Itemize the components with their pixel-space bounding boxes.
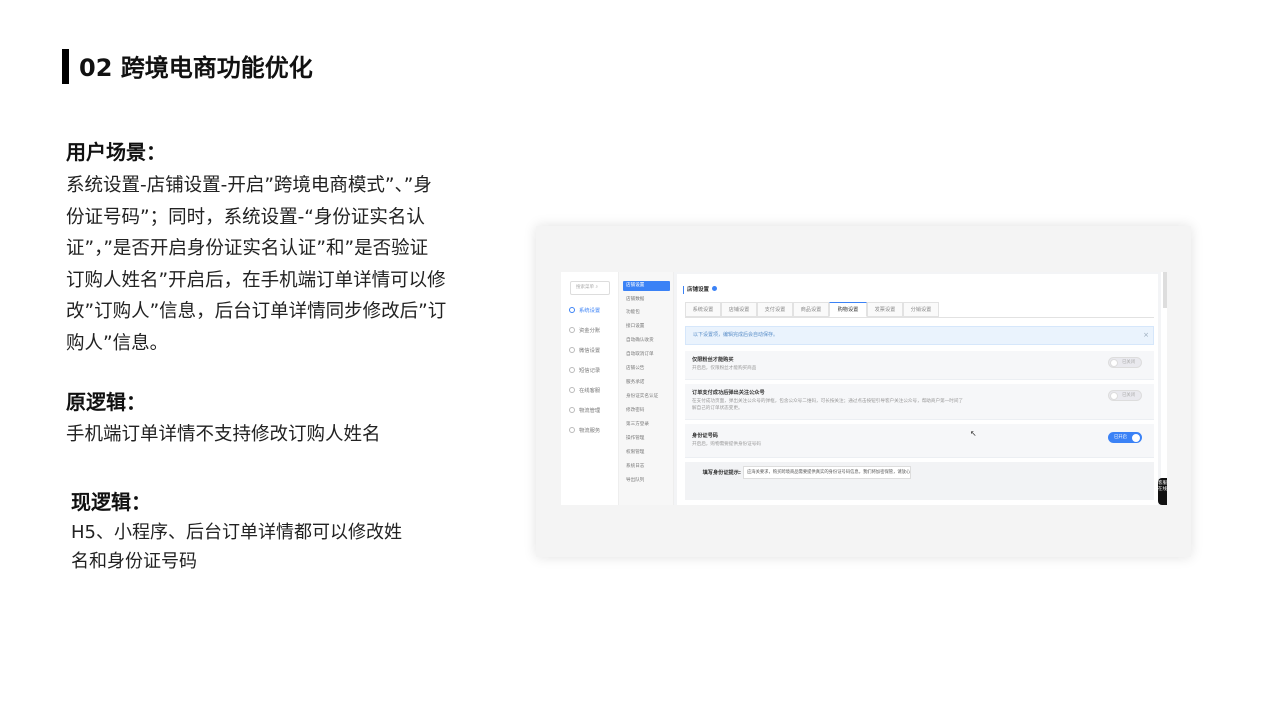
id-tip-input[interactable]: 应海关要求，购买跨境商品需要提供真实的身份证号码信息，我们将加密保管，请放心填写…	[743, 466, 911, 479]
setting-name: 仅限粉丝才能购买	[692, 357, 734, 363]
scene-line: 份证号码”；同时，系统设置-“身份证实名认	[66, 206, 425, 228]
subnav-item[interactable]: 身份证实名认证	[623, 392, 670, 402]
old-logic-body: 手机端订单详情不支持修改订购人姓名	[66, 419, 486, 451]
truck-icon	[569, 407, 575, 413]
tab-payment-settings[interactable]: 支付设置	[757, 302, 793, 317]
settings-content: 店铺设置 系统设置 店铺设置 支付设置 商品设置 购物设置 发票设置 分销设置 …	[674, 272, 1161, 505]
headset-icon	[569, 387, 575, 393]
subnav-item[interactable]: 店铺数据	[623, 295, 670, 305]
setting-row-id-number: 身份证号码 开启后，购物需要提供身份证号码 已开启	[685, 424, 1154, 458]
subnav-item[interactable]: 接口设置	[623, 322, 670, 332]
scene-line: 购人”信息。	[66, 332, 169, 354]
old-logic-line: 手机端订单详情不支持修改订购人姓名	[66, 424, 381, 445]
subnav-item[interactable]: 自动取消订单	[623, 350, 670, 360]
tab-invoice-settings[interactable]: 发票设置	[867, 302, 903, 317]
setting-desc: 解自己的订单状态变更。	[692, 406, 743, 411]
sidebar-item-system-settings[interactable]: 系统设置	[569, 306, 600, 316]
toggle-knob	[1110, 391, 1118, 400]
sidebar-item-sms-records[interactable]: 短信记录	[569, 366, 600, 376]
scrollbar[interactable]	[1163, 272, 1167, 308]
setting-desc: 开启后，购物需要提供身份证号码	[692, 442, 761, 447]
wechat-icon	[569, 347, 575, 353]
sidebar-item-logistics-service[interactable]: 物流服务	[569, 426, 600, 436]
subnav-item[interactable]: 导出队列	[623, 476, 670, 486]
subnav-item[interactable]: 操作管理	[623, 434, 670, 444]
setting-desc: 在支付成功页面，弹出关注公众号的弹框，包含公众号二维码，可长按关注；通过点击按钮…	[692, 399, 964, 404]
setting-row-follow-popup: 订单支付成功后弹出关注公众号 在支付成功页面，弹出关注公众号的弹框，包含公众号二…	[685, 384, 1154, 420]
subnav-item[interactable]: 系统日志	[623, 462, 670, 472]
scene-line: 订购人姓名”开启后，在手机端订单详情可以修	[66, 269, 446, 291]
scene-heading: 用户场景：	[66, 140, 166, 164]
menu-search-input[interactable]: 搜索菜单 ⌕	[570, 281, 610, 295]
notice-text: 以下设置项，编辑完成后会自动保存。	[693, 332, 779, 338]
new-logic-line: H5、小程序、后台订单详情都可以修改姓	[71, 522, 402, 543]
message-icon	[569, 367, 575, 373]
secondary-sidebar: 店铺设置 店铺数据 功能包 接口设置 自动确认收货 自动取消订单 店铺公告 服务…	[619, 272, 674, 505]
scene-body: 系统设置-店铺设置-开启”跨境电商模式”、”身 份证号码”；同时，系统设置-“身…	[66, 170, 486, 359]
follow-popup-toggle[interactable]: 已关闭	[1108, 390, 1142, 401]
gear-icon	[569, 307, 575, 313]
sidebar-item-wechat-settings[interactable]: 微信设置	[569, 346, 600, 356]
subnav-item[interactable]: 服务承诺	[623, 378, 670, 388]
subnav-item[interactable]: 店铺公告	[623, 364, 670, 374]
subnav-item[interactable]: 第三方登录	[623, 420, 670, 430]
scene-line: 证”，”是否开启身份证实名认证”和”是否验证	[66, 238, 429, 259]
tabs-divider	[685, 317, 1154, 318]
embedded-admin-screenshot: 搜索菜单 ⌕ 系统设置 资金分账 微信设置 短信记录 在线客服 物流管理 物流服…	[561, 272, 1167, 505]
toggle-knob	[1132, 433, 1140, 442]
new-logic-line: 名和身份证号码	[71, 551, 197, 572]
subnav-item[interactable]: 权限管理	[623, 448, 670, 458]
setting-name: 订单支付成功后弹出关注公众号	[692, 390, 765, 396]
help-icon[interactable]	[712, 286, 718, 291]
search-icon: ⌕	[595, 285, 598, 290]
sidebar-item-logistics-management[interactable]: 物流管理	[569, 406, 600, 416]
id-number-toggle[interactable]: 已开启	[1108, 432, 1142, 443]
id-tip-row: 填写身份证提示: 应海关要求，购买跨境商品需要提供真实的身份证号码信息，我们将加…	[685, 462, 1154, 500]
id-tip-label: 填写身份证提示:	[702, 470, 741, 476]
tab-store-settings[interactable]: 店铺设置	[721, 302, 757, 317]
tab-system-settings[interactable]: 系统设置	[685, 302, 721, 317]
box-icon	[569, 427, 575, 433]
fans-only-toggle[interactable]: 已关闭	[1108, 357, 1142, 368]
page-title: 店铺设置	[683, 286, 718, 294]
toggle-knob	[1110, 358, 1118, 367]
new-logic-heading: 现逻辑：	[71, 490, 151, 514]
setting-name: 身份证号码	[692, 433, 718, 439]
slide-title: 02 跨境电商功能优化	[79, 54, 313, 82]
subnav-item[interactable]: 功能包	[623, 308, 670, 318]
scene-line: 系统设置-店铺设置-开启”跨境电商模式”、”身	[66, 175, 432, 196]
tab-distribution-settings[interactable]: 分销设置	[903, 302, 939, 317]
old-logic-heading: 原逻辑：	[66, 390, 146, 414]
subnav-item[interactable]: 自动确认收货	[623, 336, 670, 346]
subnav-item[interactable]: 店铺设置	[623, 281, 670, 291]
title-accent-bar	[62, 49, 69, 84]
menu-search-placeholder: 搜索菜单	[576, 285, 594, 290]
new-logic-body: H5、小程序、后台订单详情都可以修改姓 名和身份证号码	[71, 518, 431, 576]
setting-row-fans-only: 仅限粉丝才能购买 开启后，仅限粉丝才能购买商品 已关闭	[685, 351, 1154, 380]
tab-product-settings[interactable]: 商品设置	[793, 302, 829, 317]
subnav-item[interactable]: 修改密码	[623, 406, 670, 416]
close-icon[interactable]: ×	[1143, 327, 1149, 344]
setting-desc: 开启后，仅限粉丝才能购买商品	[692, 366, 757, 371]
scene-line: 改”订购人”信息，后台订单详情同步修改后”订	[66, 301, 447, 322]
settings-card: 店铺设置 系统设置 店铺设置 支付设置 商品设置 购物设置 发票设置 分销设置 …	[677, 274, 1158, 505]
sidebar-item-fund-split[interactable]: 资金分账	[569, 326, 600, 336]
sidebar-item-online-service[interactable]: 在线客服	[569, 386, 600, 396]
tab-shopping-settings[interactable]: 购物设置	[829, 302, 867, 317]
autosave-notice: 以下设置项，编辑完成后会自动保存。 ×	[685, 326, 1154, 345]
wallet-icon	[569, 327, 575, 333]
mouse-cursor-icon: ↖	[970, 429, 977, 438]
customer-service-tab[interactable]: 客服在线	[1158, 478, 1167, 505]
primary-sidebar: 搜索菜单 ⌕ 系统设置 资金分账 微信设置 短信记录 在线客服 物流管理 物流服…	[561, 272, 619, 505]
